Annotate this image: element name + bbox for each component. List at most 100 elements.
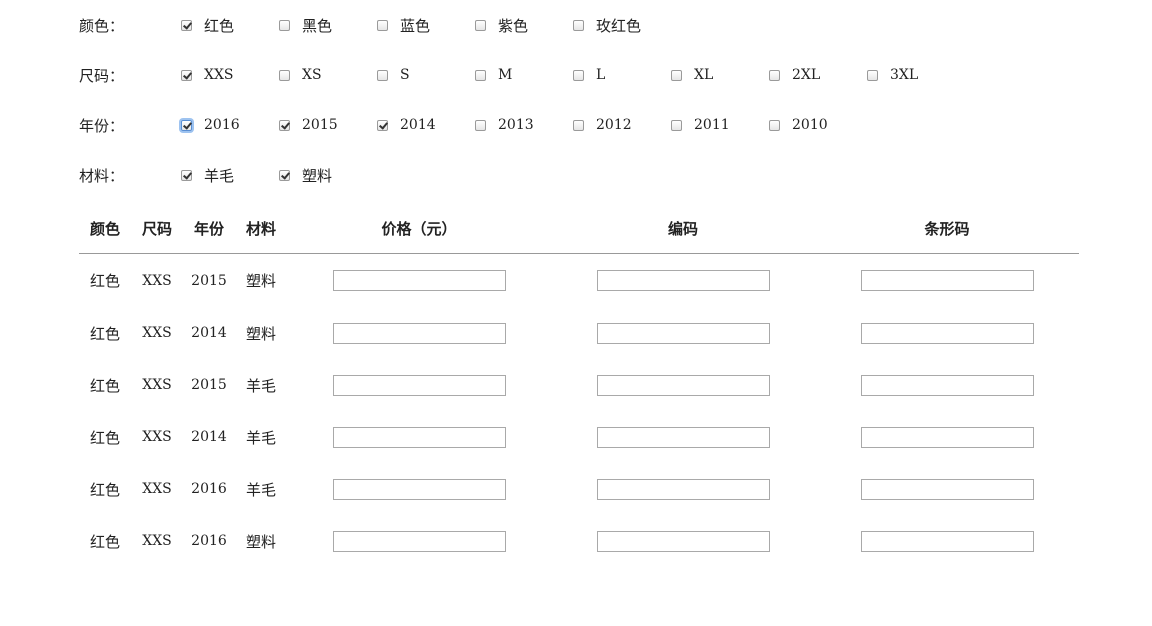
cell-price (287, 463, 551, 515)
cell-year: 2015 (191, 272, 227, 289)
code-input[interactable] (596, 478, 770, 500)
code-input[interactable] (596, 426, 770, 448)
checkbox[interactable] (475, 69, 486, 81)
checkbox[interactable] (475, 19, 486, 31)
filter-option-size[interactable]: 3XL (865, 67, 963, 83)
filter-option-size[interactable]: L (571, 67, 669, 83)
checkbox[interactable] (181, 19, 192, 31)
filter-option-year[interactable]: 2013 (473, 117, 571, 133)
barcode-input[interactable] (860, 530, 1034, 552)
filter-option-color[interactable]: 玫红色 (571, 15, 669, 36)
price-input[interactable] (332, 270, 506, 291)
checkbox[interactable] (573, 119, 584, 131)
filter-option-size[interactable]: M (473, 67, 571, 83)
table-header-row: 颜色 尺码 年份 材料 价格（元） 编码 条形码 (79, 203, 1079, 254)
header-code: 编码 (551, 203, 815, 254)
filter-material: 材料： 羊毛 塑料 (79, 150, 1079, 200)
filter-option-material[interactable]: 塑料 (277, 165, 375, 186)
checkbox[interactable] (279, 119, 290, 131)
filter-option-size[interactable]: XS (277, 67, 375, 83)
code-input[interactable] (596, 270, 770, 291)
price-input[interactable] (332, 426, 506, 448)
code-input[interactable] (596, 530, 770, 552)
cell-material: 羊毛 (245, 376, 276, 395)
cell-year: 2015 (191, 377, 227, 393)
filter-option-year[interactable]: 2012 (571, 117, 669, 133)
table-row: 红色 XXS 2015 羊毛 (79, 359, 1079, 411)
filter-option-label: 2012 (596, 117, 632, 133)
cell-color: 红色 (89, 376, 120, 395)
cell-price (287, 515, 551, 567)
cell-price (287, 411, 551, 463)
barcode-input[interactable] (860, 322, 1034, 344)
filter-option-size[interactable]: 2XL (767, 67, 865, 83)
cell-year: 2014 (191, 325, 227, 341)
filter-option-year[interactable]: 2015 (277, 117, 375, 133)
code-input[interactable] (596, 322, 770, 344)
cell-material: 羊毛 (245, 428, 276, 447)
checkbox[interactable] (181, 119, 192, 131)
filter-option-color[interactable]: 黑色 (277, 15, 375, 36)
barcode-input[interactable] (860, 478, 1034, 500)
price-input[interactable] (332, 374, 506, 396)
filter-option-year[interactable]: 2010 (767, 117, 865, 133)
barcode-input[interactable] (860, 426, 1034, 448)
cell-code (551, 463, 815, 515)
cell-material: 塑料 (245, 324, 276, 343)
filter-option-color[interactable]: 蓝色 (375, 15, 473, 36)
header-year: 年份 (183, 203, 235, 254)
filter-option-label: 蓝色 (400, 16, 431, 35)
filter-option-color[interactable]: 紫色 (473, 15, 571, 36)
cell-code (551, 307, 815, 359)
checkbox[interactable] (769, 69, 780, 81)
checkbox[interactable] (377, 119, 388, 131)
price-input[interactable] (332, 478, 506, 500)
cell-barcode (815, 307, 1079, 359)
filter-option-label: 塑料 (302, 166, 333, 185)
cell-barcode (815, 411, 1079, 463)
filter-option-year[interactable]: 2016 (179, 117, 277, 133)
cell-price (287, 254, 551, 308)
price-input[interactable] (332, 322, 506, 344)
header-material: 材料 (235, 203, 287, 254)
filter-option-label: S (400, 67, 410, 83)
checkbox[interactable] (377, 69, 388, 81)
cell-color: 红色 (89, 324, 120, 343)
checkbox[interactable] (573, 69, 584, 81)
sku-filters: 颜色： 红色 黑色 蓝色 紫色 玫红色 尺码： XXS XS S M L XL 2XL 3XL 年份：… (79, 0, 1079, 200)
filter-option-material[interactable]: 羊毛 (179, 165, 277, 186)
checkbox[interactable] (475, 119, 486, 131)
barcode-input[interactable] (860, 374, 1034, 396)
filter-option-color[interactable]: 红色 (179, 15, 277, 36)
checkbox[interactable] (181, 69, 192, 81)
cell-color: 红色 (89, 428, 120, 447)
cell-barcode (815, 359, 1079, 411)
checkbox[interactable] (279, 169, 290, 181)
filter-option-year[interactable]: 2014 (375, 117, 473, 133)
filter-option-size[interactable]: S (375, 67, 473, 83)
checkbox[interactable] (377, 19, 388, 31)
filter-option-size[interactable]: XXS (179, 67, 277, 83)
filter-option-size[interactable]: XL (669, 67, 767, 83)
cell-size: XXS (142, 377, 172, 393)
cell-year: 2014 (191, 429, 227, 445)
cell-color: 红色 (89, 532, 120, 551)
price-input[interactable] (332, 530, 506, 552)
barcode-input[interactable] (860, 270, 1034, 291)
checkbox[interactable] (279, 69, 290, 81)
filter-options: 羊毛 塑料 (179, 165, 375, 186)
checkbox[interactable] (181, 169, 192, 181)
checkbox[interactable] (769, 119, 780, 131)
checkbox[interactable] (671, 119, 682, 131)
filter-option-label: L (596, 67, 606, 83)
checkbox[interactable] (671, 69, 682, 81)
checkbox[interactable] (867, 69, 878, 81)
checkbox[interactable] (573, 19, 584, 31)
filter-option-year[interactable]: 2011 (669, 117, 767, 133)
checkbox[interactable] (279, 19, 290, 31)
code-input[interactable] (596, 374, 770, 396)
cell-code (551, 515, 815, 567)
cell-code (551, 411, 815, 463)
table-row: 红色 XXS 2015 塑料 (79, 254, 1079, 308)
filter-option-label: 2XL (792, 67, 821, 83)
